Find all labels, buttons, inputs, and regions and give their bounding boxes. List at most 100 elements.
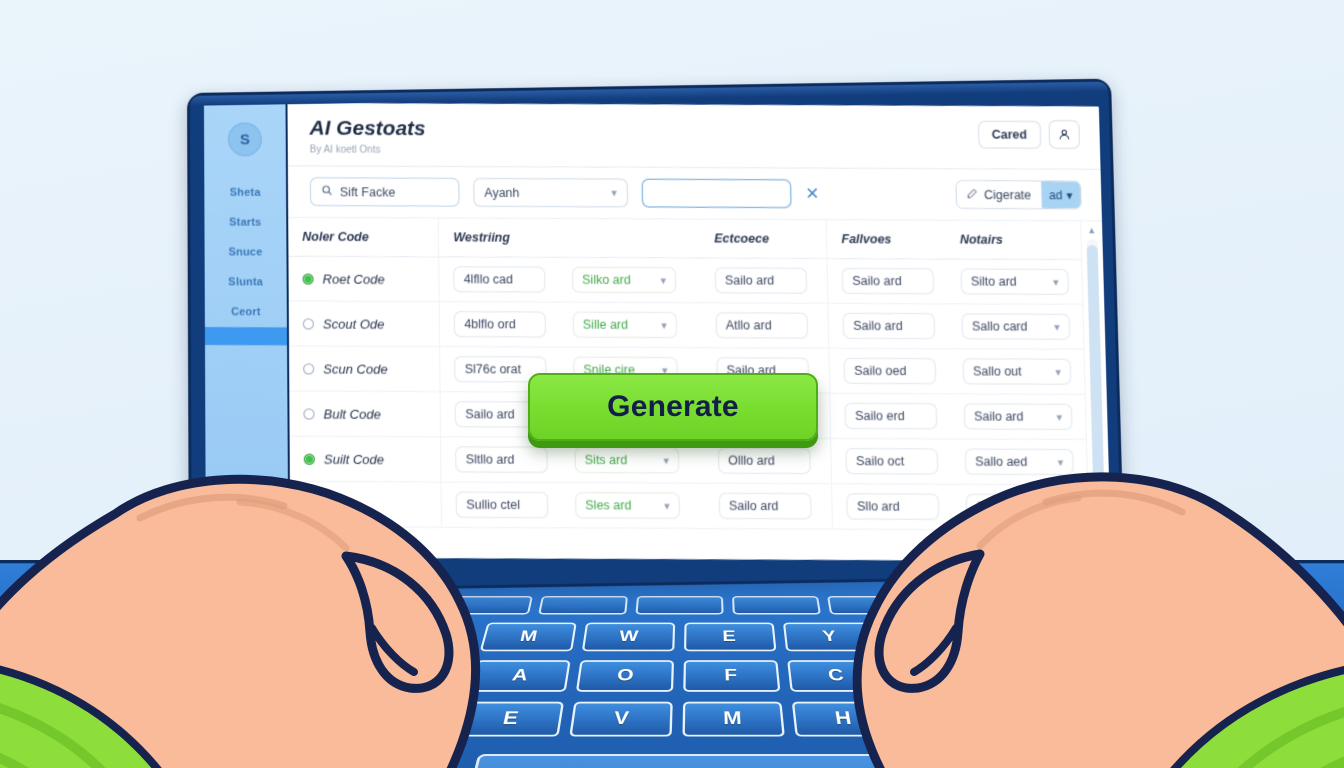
generate-action-button[interactable]: Cigerate (956, 181, 1042, 209)
row-select-cell: Silto ard ▾ (946, 258, 1083, 305)
row-select-cell: Sille ard ▾ (558, 302, 703, 348)
row-select-cell: Sallo out ▾ (948, 348, 1085, 395)
row-field-input[interactable]: Sailo ard (842, 312, 936, 340)
scroll-up-arrow-icon[interactable]: ▲ (1087, 225, 1096, 235)
row-name-cell: Bult Code (289, 390, 441, 437)
chevron-down-icon: ▾ (660, 274, 667, 287)
sidebar-item-snuce[interactable]: Snuce (205, 237, 287, 267)
row-name-cell: Scout Ode (288, 300, 440, 347)
row-select-value: Silto ard (970, 274, 1017, 289)
row-name-cell: Scun Code (289, 345, 441, 392)
brand-logo: S (227, 122, 262, 157)
chevron-down-icon: ▾ (663, 454, 670, 467)
key-o[interactable]: O (575, 660, 674, 692)
row-select[interactable]: Silto ard ▾ (960, 268, 1070, 295)
row-field-cell: Atllo ard (701, 302, 830, 349)
search-icon (321, 184, 333, 199)
row-select-value: Silko ard (582, 272, 631, 287)
key-m-2[interactable]: M (681, 701, 785, 737)
row-select[interactable]: Sailo ard ▾ (963, 403, 1073, 430)
clear-filters-button[interactable]: ✕ (805, 184, 820, 203)
row-select[interactable]: Sles ard ▾ (575, 492, 680, 519)
row-select-value: Sille ard (582, 317, 629, 332)
sidebar-item-ceort[interactable]: Ceort (205, 297, 287, 327)
row-select-value: Sits ard (584, 452, 628, 468)
status-indicator (302, 273, 314, 285)
row-select[interactable]: Sallo card ▾ (961, 313, 1071, 340)
column-header-notairs[interactable]: Notairs (945, 220, 1082, 260)
chevron-down-icon: ▾ (1056, 411, 1063, 424)
illustration-scene: M W E Y A O F C E V M H S Sheta Starts S… (0, 0, 1344, 768)
row-select[interactable]: Sallo out ▾ (962, 358, 1072, 385)
type-select-value: Ayanh (484, 185, 520, 200)
row-name-cell: Roet Code (288, 256, 440, 302)
row-name: Bult Code (323, 406, 381, 422)
key-w[interactable]: W (581, 622, 675, 652)
status-indicator (303, 408, 315, 420)
generate-action-label: Cigerate (983, 187, 1032, 202)
generate-dropdown-label: ad (1048, 187, 1063, 202)
search-placeholder-text: Sift Facke (339, 184, 396, 199)
column-header-ectcoece[interactable]: Ectcoece (699, 219, 828, 259)
key-v[interactable]: V (568, 701, 673, 737)
status-indicator (303, 362, 315, 374)
left-sleeve (0, 665, 162, 768)
table-row[interactable]: Roet Code 4lfllo cad Silko ard ▾ Sailo a… (288, 256, 1083, 305)
row-field-cell: 4blflo ord (439, 301, 560, 348)
row-name: Scun Code (323, 361, 388, 377)
row-select[interactable]: Silko ard ▾ (572, 266, 677, 294)
row-select-cell: Sailo ard ▾ (949, 393, 1086, 440)
type-select[interactable]: Ayanh ▾ (473, 177, 629, 208)
row-field-input[interactable]: Atllo ard (715, 312, 808, 339)
row-select[interactable]: Sille ard ▾ (572, 311, 678, 339)
status-indicator (302, 317, 314, 329)
key-f[interactable]: F (682, 660, 780, 692)
row-name: Roet Code (322, 271, 385, 287)
key-e[interactable]: E (683, 622, 776, 652)
row-select-cell: Silko ard ▾ (557, 257, 702, 303)
row-select-cell: Sles ard ▾ (560, 482, 706, 529)
generate-split-button[interactable]: Cigerate ad ▾ (955, 180, 1082, 210)
key-blank[interactable] (635, 596, 724, 615)
row-select-cell: Sallo card ▾ (947, 303, 1084, 350)
column-header-fallvoes[interactable]: Fallvoes (826, 220, 947, 259)
saved-button[interactable]: Cared (977, 120, 1042, 149)
title-block: AI Gestoats By AI koetl Onts (309, 117, 425, 156)
row-field-cell: 4lfllo cad (439, 256, 559, 303)
filter-bar: Sift Facke Ayanh ▾ ✕ Cigerate ad ▾ (287, 166, 1102, 222)
sidebar-item-slunta[interactable]: Slunta (205, 267, 287, 297)
column-header-noler-code[interactable]: Noler Code (288, 217, 440, 257)
row-field-input[interactable]: Sailo erd (844, 402, 938, 430)
row-select-value: Sallo card (971, 319, 1028, 334)
row-field-input[interactable]: 4blflo ord (454, 311, 547, 338)
sidebar-item-sheta[interactable]: Sheta (204, 178, 286, 208)
chevron-down-icon: ▾ (1053, 276, 1059, 289)
row-field-cell: Sailo ard (700, 257, 829, 304)
search-input[interactable]: Sift Facke (309, 177, 460, 207)
row-select-value: Sallo out (972, 364, 1022, 379)
table-row[interactable]: Scout Ode 4blflo ord Sille ard ▾ Atllo a… (288, 300, 1084, 350)
row-select-value: Sles ard (585, 498, 632, 513)
chevron-down-icon: ▾ (664, 500, 670, 513)
sidebar-item-starts[interactable]: Starts (204, 208, 286, 238)
chevron-down-icon: ▾ (1054, 321, 1061, 334)
person-icon[interactable] (1048, 120, 1081, 149)
page-title: AI Gestoats (309, 116, 426, 141)
row-field-cell: Sailo erd (830, 393, 951, 439)
row-field-input[interactable]: 4lfllo cad (453, 266, 546, 293)
row-select[interactable]: Sits ard ▾ (574, 446, 680, 474)
column-header-spacer (557, 218, 701, 258)
row-field-input[interactable]: Sailo oed (843, 357, 937, 385)
chevron-down-icon: ▾ (661, 319, 667, 332)
chevron-down-icon: ▾ (1066, 187, 1073, 202)
secondary-input[interactable] (641, 178, 792, 209)
generate-button[interactable]: Generate (528, 373, 818, 441)
generate-dropdown-toggle[interactable]: ad ▾ (1040, 181, 1081, 209)
page-subtitle: By AI koetl Onts (309, 144, 381, 156)
row-field-input[interactable]: Sailo ard (714, 267, 808, 294)
row-field-input[interactable]: Sailo ard (842, 267, 935, 295)
row-field-cell: Sailo oed (829, 348, 950, 394)
sidebar-item-active[interactable] (204, 327, 288, 346)
column-header-westriing[interactable]: Westriing (438, 218, 558, 258)
app-header: AI Gestoats By AI koetl Onts Cared (287, 102, 1101, 170)
